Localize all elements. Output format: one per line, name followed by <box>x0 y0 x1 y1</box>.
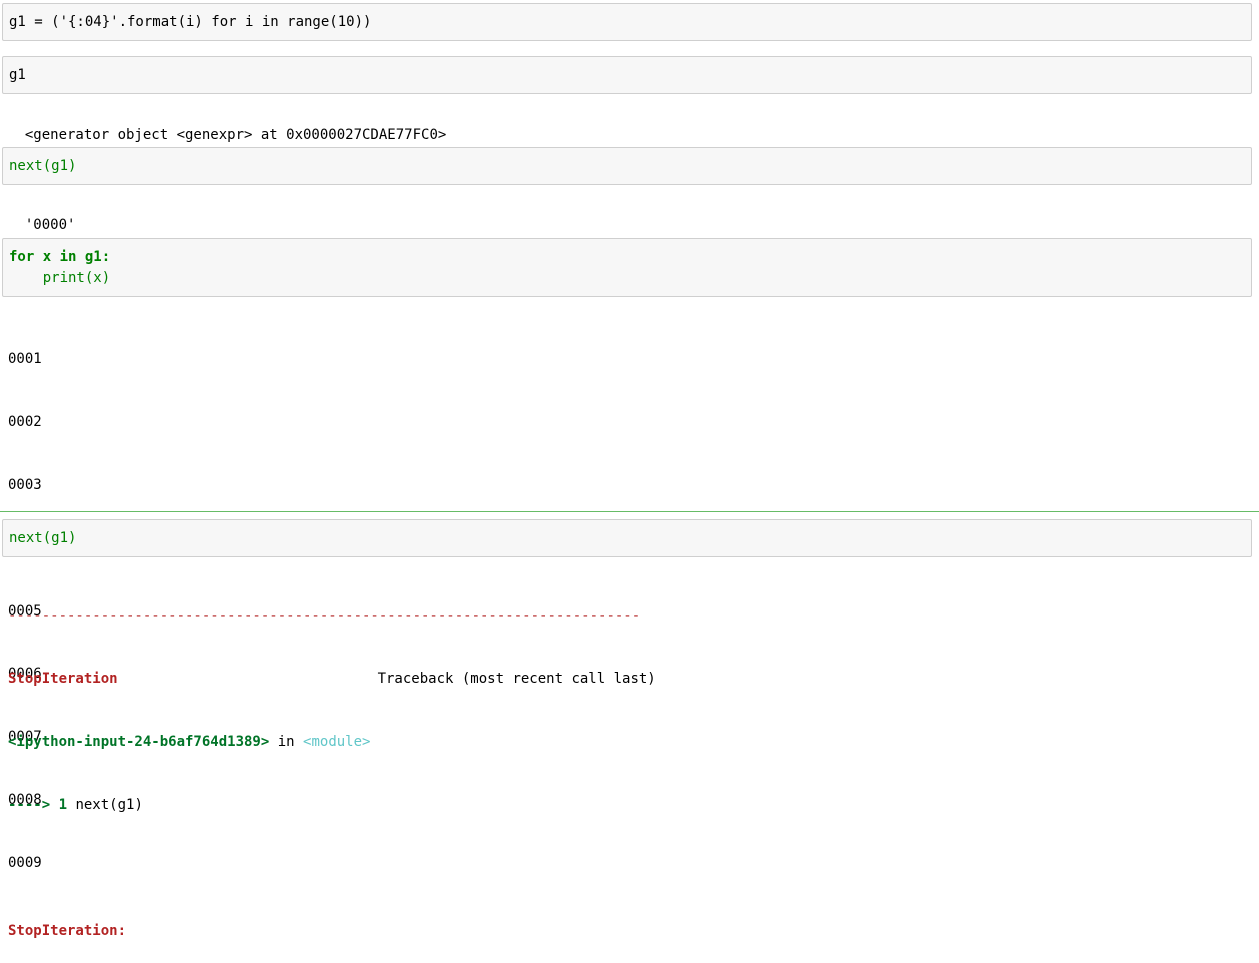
code-cell-input-5[interactable]: next(g1) <box>2 519 1252 557</box>
traceback-arrow: ----> 1 <box>8 797 68 813</box>
output-text: '0000' <box>24 217 76 233</box>
traceback-module: <module> <box>303 734 371 750</box>
code-cell-input-1[interactable]: g1 = ('{:04}'.format(i) for i in range(1… <box>2 3 1252 41</box>
traceback-location: <ipython-input-24-b6af764d1389> in <modu… <box>8 732 656 753</box>
traceback-header: StopIteration Traceback (most recent call… <box>8 669 656 690</box>
output-line: 0001 <box>8 351 42 367</box>
code-text: print(x) <box>9 270 111 286</box>
output-line: 0003 <box>8 477 42 493</box>
traceback-code: next(g1) <box>75 797 143 813</box>
code-line: for x in g1: <box>9 247 110 268</box>
traceback-in: in <box>277 734 295 750</box>
cell-output-2: <generator object <genexpr> at 0x0000027… <box>8 104 446 146</box>
traceback-file: <ipython-input-24-b6af764d1389> <box>8 734 270 750</box>
code-text: for x in g1: <box>9 249 111 265</box>
code-cell-input-2[interactable]: g1 <box>2 56 1252 94</box>
error-final: StopIteration: <box>8 923 127 939</box>
error-name: StopIteration <box>8 671 118 687</box>
traceback-line: ----> 1 next(g1) <box>8 795 656 816</box>
code-text: next(g1) <box>9 158 77 174</box>
code-line: print(x) <box>9 268 110 289</box>
code-text: next(g1) <box>9 530 77 546</box>
cell-output-3: '0000' <box>8 194 76 236</box>
cell-output-5-traceback: ----------------------------------------… <box>8 564 656 963</box>
code-text: g1 <box>9 67 26 83</box>
code-cell-input-3[interactable]: next(g1) <box>2 147 1252 185</box>
output-text: <generator object <genexpr> at 0x0000027… <box>24 127 447 143</box>
code-line: next(g1) <box>9 528 76 549</box>
selected-cell-separator <box>0 511 1259 512</box>
traceback-separator: ----------------------------------------… <box>8 608 641 624</box>
code-line: g1 <box>9 65 26 86</box>
code-text: g1 = ('{:04}'.format(i) for i in range(1… <box>9 14 372 30</box>
output-line: 0002 <box>8 414 42 430</box>
traceback-label: Traceback (most recent call last) <box>377 671 656 687</box>
code-cell-input-4[interactable]: for x in g1: print(x) <box>2 238 1252 297</box>
code-line: g1 = ('{:04}'.format(i) for i in range(1… <box>9 12 371 33</box>
code-line: next(g1) <box>9 156 76 177</box>
